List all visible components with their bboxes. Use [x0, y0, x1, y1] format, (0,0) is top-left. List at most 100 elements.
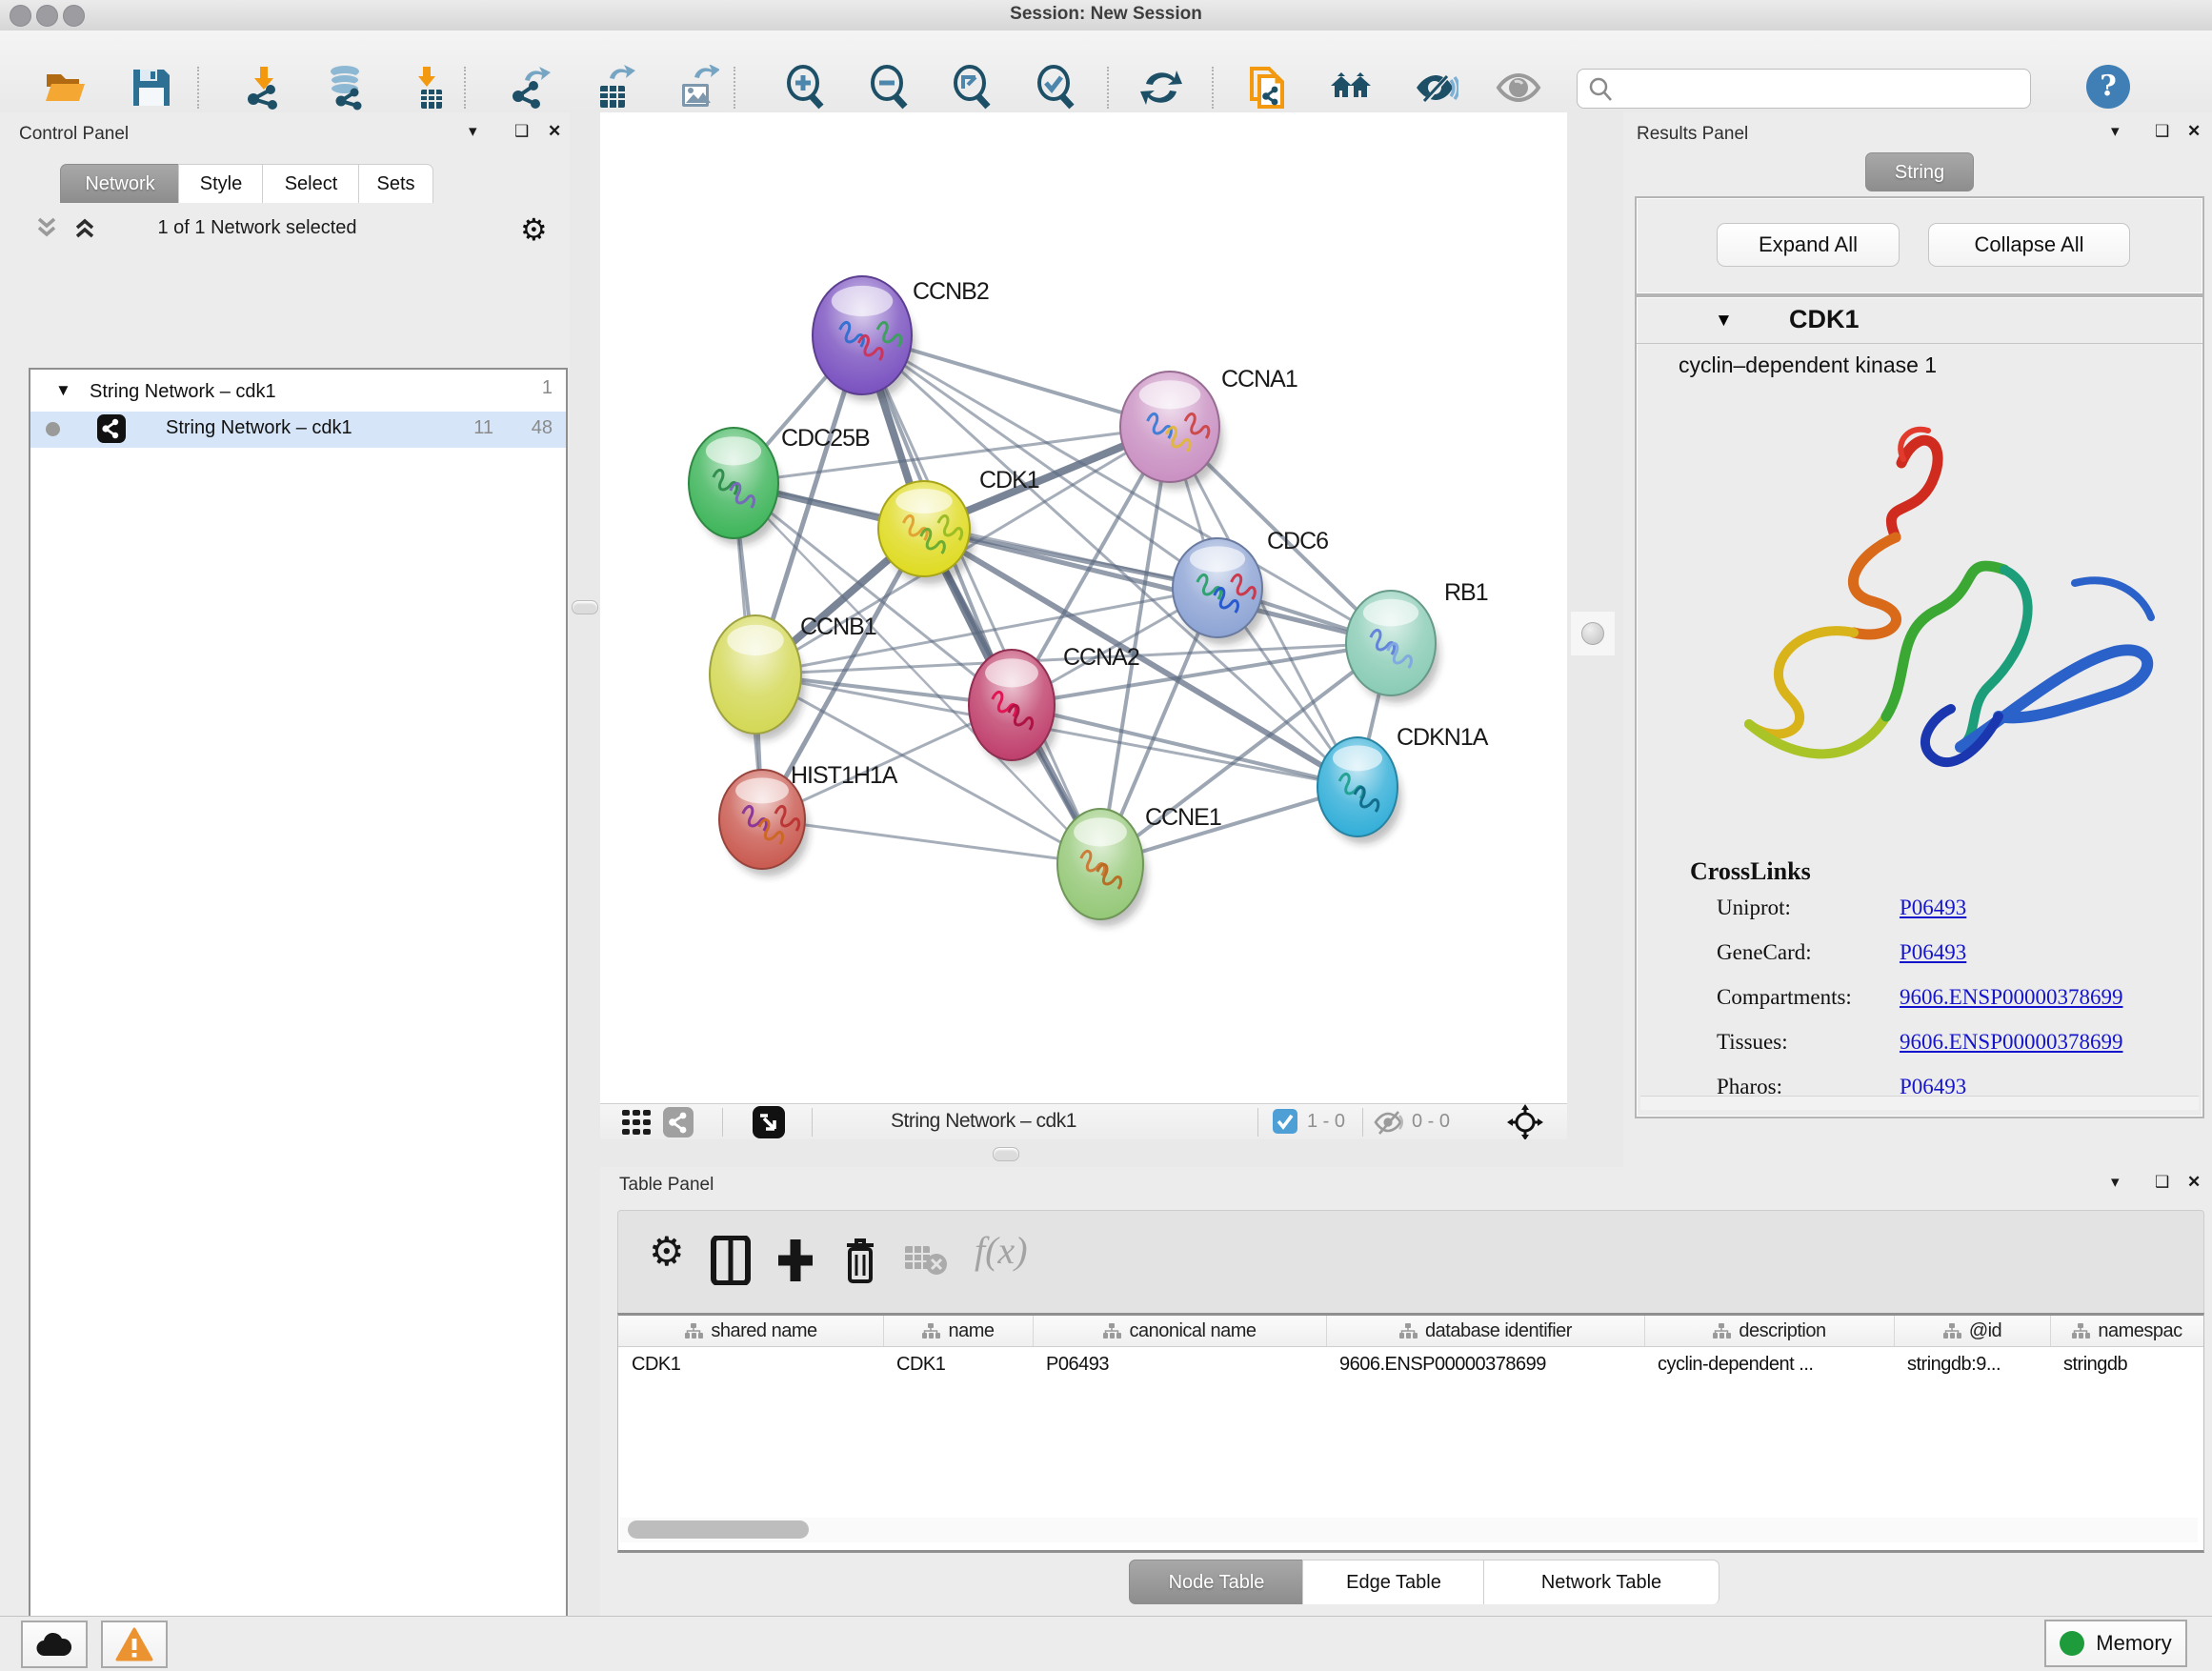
export-image-icon[interactable]	[674, 65, 719, 111]
right-splitter-handle[interactable]	[1571, 612, 1615, 655]
show-all-networks-icon[interactable]	[1329, 65, 1375, 111]
search-input[interactable]	[1619, 71, 2023, 104]
birdseye-view-icon[interactable]	[753, 1106, 785, 1143]
node-CCNB1[interactable]	[710, 615, 805, 740]
duplicate-network-icon[interactable]	[1246, 65, 1292, 111]
hide-selected-icon[interactable]	[1413, 65, 1458, 111]
edge-CCNB2-CCNE1[interactable]	[862, 335, 1100, 864]
crosslink-value-genecard-[interactable]: P06493	[1900, 940, 1966, 965]
table-cell-shared-name[interactable]: CDK1	[618, 1354, 883, 1382]
control-panel-maximize-icon[interactable]: ❑	[514, 122, 529, 141]
column-type-icon	[1712, 1322, 1731, 1339]
network-options-gear-icon[interactable]: ⚙	[520, 211, 548, 248]
table-cell-name[interactable]: CDK1	[883, 1354, 1033, 1382]
export-network-icon[interactable]	[508, 65, 553, 111]
import-table-file-icon[interactable]	[408, 65, 453, 111]
control-panel-title: Control Panel	[19, 124, 129, 145]
delete-column-icon[interactable]	[839, 1236, 881, 1290]
node-CDKN1A[interactable]	[1317, 737, 1401, 844]
tab-node-table[interactable]: Node Table	[1129, 1560, 1304, 1604]
tab-select[interactable]: Select	[262, 164, 360, 203]
collapse-all-button[interactable]: Collapse All	[1928, 223, 2130, 267]
column-header-shared-name[interactable]: shared name	[618, 1316, 884, 1346]
edge-HIST1H1A-CCNE1[interactable]	[762, 819, 1100, 864]
crosslink-value-uniprot-[interactable]: P06493	[1900, 896, 1966, 920]
horizontal-splitter-handle[interactable]	[993, 1147, 1019, 1161]
selected-checkbox-icon[interactable]	[1273, 1109, 1297, 1138]
tab-sets[interactable]: Sets	[358, 164, 433, 203]
apply-layout-icon[interactable]	[1138, 65, 1184, 111]
grid-view-icon[interactable]	[621, 1107, 652, 1142]
node-CCNE1[interactable]	[1057, 809, 1147, 926]
tab-network-table[interactable]: Network Table	[1483, 1560, 1719, 1604]
edge-CCNA2-CDKN1A[interactable]	[1012, 705, 1357, 787]
network-view-mode-icon[interactable]	[663, 1107, 694, 1142]
table-cell-canonical-name[interactable]: P06493	[1033, 1354, 1326, 1382]
column-header--id[interactable]: @id	[1894, 1316, 2051, 1346]
column-header-canonical-name[interactable]: canonical name	[1033, 1316, 1327, 1346]
left-splitter-handle[interactable]	[572, 600, 598, 614]
table-cell-database-identifier[interactable]: 9606.ENSP00000378699	[1326, 1354, 1644, 1382]
network-view-canvas[interactable]: CCNB2CCNA1CDC25BCDK1CDC6RB1CCNB1CCNA2CDK…	[600, 112, 1567, 1103]
table-panel-float-icon[interactable]: ▾	[2111, 1173, 2120, 1192]
table-hscrollbar-track[interactable]	[620, 1518, 2198, 1542]
zoom-in-icon[interactable]	[783, 65, 829, 111]
network-row-selected[interactable]: String Network – cdk1 11 48	[30, 412, 566, 448]
results-panel-maximize-icon[interactable]: ❑	[2155, 122, 2169, 141]
zoom-fit-icon[interactable]	[950, 65, 995, 111]
network-view-footer: String Network – cdk1 1 - 0 0 - 0	[600, 1103, 1567, 1141]
delete-table-icon[interactable]	[904, 1245, 948, 1280]
table-cell-namespac[interactable]: stringdb	[2050, 1354, 2203, 1382]
help-button[interactable]: ?	[2086, 65, 2130, 109]
zoom-out-icon[interactable]	[867, 65, 913, 111]
save-session-icon[interactable]	[129, 65, 174, 111]
zoom-selected-icon[interactable]	[1034, 65, 1079, 111]
table-hscrollbar-thumb[interactable]	[628, 1520, 809, 1539]
tab-string[interactable]: String	[1865, 152, 1974, 191]
results-scrollbar-track[interactable]	[1640, 1096, 2199, 1110]
warning-button[interactable]	[101, 1621, 168, 1668]
column-header-name[interactable]: name	[883, 1316, 1034, 1346]
node-CCNA2[interactable]	[969, 650, 1058, 767]
left-splitter[interactable]	[570, 112, 600, 1616]
tab-network[interactable]: Network	[60, 164, 180, 203]
table-cell--id[interactable]: stringdb:9...	[1894, 1354, 2050, 1382]
results-panel-float-icon[interactable]: ▾	[2111, 122, 2120, 141]
function-builder-icon[interactable]: f(x)	[975, 1228, 1028, 1273]
import-network-file-icon[interactable]	[241, 65, 287, 111]
node-CCNA1[interactable]	[1120, 372, 1223, 489]
control-panel-float-icon[interactable]: ▾	[469, 122, 477, 141]
right-splitter[interactable]	[1567, 112, 1626, 1167]
crosslink-value-compartments-[interactable]: 9606.ENSP00000378699	[1900, 985, 2123, 1010]
export-table-icon[interactable]	[591, 65, 636, 111]
show-selected-icon[interactable]	[1496, 65, 1541, 111]
crosslink-value-tissues-[interactable]: 9606.ENSP00000378699	[1900, 1030, 2123, 1055]
open-session-icon[interactable]	[43, 65, 89, 111]
gene-collapse-triangle-icon[interactable]: ▼	[1715, 311, 1733, 332]
add-column-icon[interactable]	[774, 1236, 816, 1290]
memory-button[interactable]: Memory	[2044, 1620, 2187, 1667]
node-RB1[interactable]	[1346, 591, 1439, 703]
network-collection-row[interactable]: ▼ String Network – cdk1 1	[30, 377, 566, 412]
tab-style[interactable]: Style	[178, 164, 264, 203]
import-network-database-icon[interactable]	[324, 65, 370, 111]
node-CCNB2[interactable]	[813, 276, 915, 401]
node-CDK1[interactable]	[878, 481, 974, 584]
cloud-status-button[interactable]	[21, 1621, 88, 1668]
collapse-triangle-icon[interactable]: ▼	[55, 381, 71, 400]
column-header-database-identifier[interactable]: database identifier	[1326, 1316, 1645, 1346]
table-cell-description[interactable]: cyclin-dependent ...	[1644, 1354, 1894, 1382]
results-panel-close-icon[interactable]: ✕	[2187, 122, 2201, 141]
table-settings-gear-icon[interactable]: ⚙	[649, 1228, 685, 1275]
horizontal-splitter[interactable]	[600, 1139, 1623, 1167]
table-panel-close-icon[interactable]: ✕	[2187, 1173, 2201, 1192]
show-columns-icon[interactable]	[710, 1236, 752, 1290]
expand-all-button[interactable]: Expand All	[1717, 223, 1900, 267]
tab-edge-table[interactable]: Edge Table	[1302, 1560, 1485, 1604]
hidden-eye-icon[interactable]	[1374, 1108, 1404, 1141]
node-CDC6[interactable]	[1173, 538, 1266, 645]
table-panel-maximize-icon[interactable]: ❑	[2155, 1173, 2169, 1192]
column-header-namespac[interactable]: namespac	[2050, 1316, 2204, 1346]
control-panel-close-icon[interactable]: ✕	[548, 122, 561, 141]
column-header-description[interactable]: description	[1644, 1316, 1895, 1346]
